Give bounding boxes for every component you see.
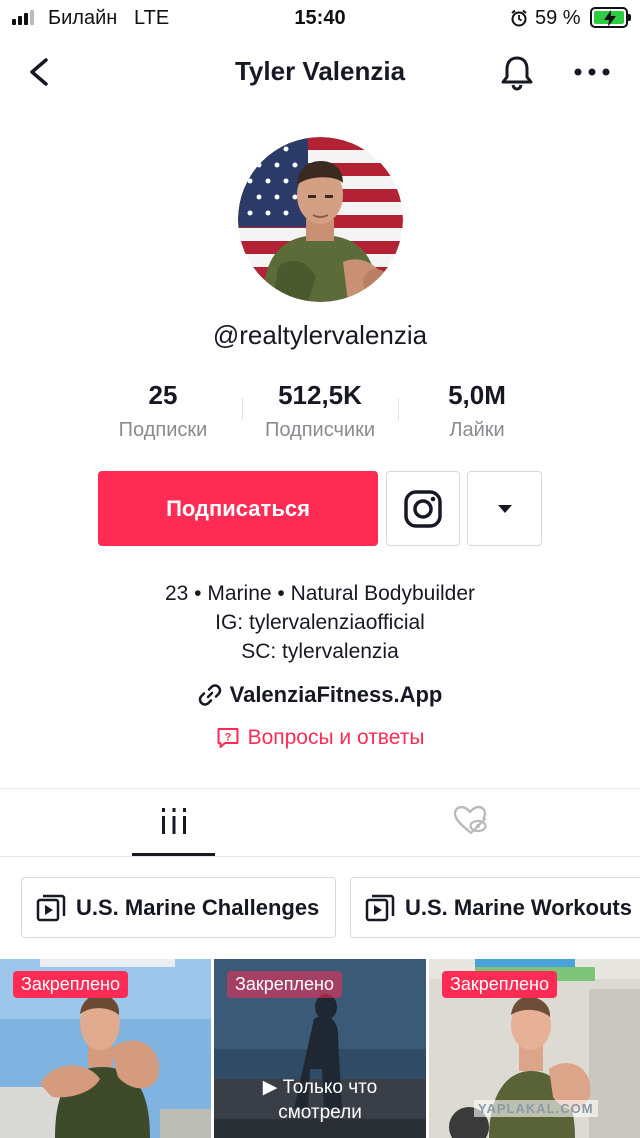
link-icon <box>198 684 221 706</box>
watermark: YAPLAKAL.COM <box>474 1100 598 1117</box>
username: @realtylervalenzia <box>212 320 428 350</box>
more-options-icon[interactable] <box>572 56 612 88</box>
bio-link[interactable]: ValenziaFitness.App <box>0 682 640 708</box>
profile-stats: 25 Подписки 512,5K Подписчики 5,0M Лайки <box>0 380 640 444</box>
question-bubble-icon: ? <box>217 728 239 748</box>
recently-watched-line: смотрели <box>278 1102 362 1123</box>
bio-line: IG: tylervalenziaofficial <box>215 611 425 634</box>
profile-avatar[interactable] <box>238 137 403 302</box>
follow-button[interactable]: Подписаться <box>98 471 378 546</box>
playlist-icon <box>365 894 395 921</box>
tab-liked[interactable] <box>440 800 500 850</box>
divider <box>0 788 640 789</box>
recently-watched-label: ▶ Только что смотрели <box>214 1075 426 1125</box>
hidden-heart-icon <box>453 805 487 835</box>
battery-icon <box>590 7 631 28</box>
stat-followers-label: Подписчики <box>264 419 376 441</box>
playlist-label: U.S. Marine Workouts <box>405 894 632 920</box>
caret-down-icon <box>497 504 512 513</box>
instagram-button[interactable] <box>386 471 460 546</box>
bell-icon[interactable] <box>498 52 536 92</box>
stat-likes-value: 5,0M <box>448 380 506 410</box>
bio-link-text: ValenziaFitness.App <box>229 682 443 707</box>
playlist-chip[interactable]: U.S. Marine Workouts <box>350 877 640 938</box>
video-thumbnail[interactable]: Закреплено <box>0 959 211 1138</box>
alarm-icon <box>511 9 527 27</box>
pinned-badge: Закреплено <box>13 971 128 998</box>
suggested-accounts-button[interactable] <box>467 471 542 546</box>
top-nav-bar: Tyler Valenzia <box>0 44 640 100</box>
stat-following[interactable]: 25 Подписки <box>83 380 243 442</box>
status-bar: Билайн LTE 15:40 59 % <box>0 0 640 36</box>
instagram-icon <box>404 489 442 528</box>
recently-watched-line: ▶ Только что <box>262 1077 378 1098</box>
bio-line: SC: tylervalenzia <box>241 640 399 663</box>
video-thumbnail[interactable]: Закреплено ▶ Только что смотрели <box>214 959 426 1138</box>
bio-line: 23 • Marine • Natural Bodybuilder <box>164 582 476 605</box>
playlist-label: U.S. Marine Challenges <box>76 894 320 920</box>
pinned-badge: Закреплено <box>442 971 557 998</box>
tab-videos[interactable] <box>132 800 215 856</box>
stat-following-value: 25 <box>148 380 178 410</box>
battery-percent: 59 % <box>535 7 581 29</box>
qa-link-text: Вопросы и ответы <box>247 726 425 749</box>
stat-following-label: Подписки <box>118 419 208 441</box>
stat-likes-label: Лайки <box>449 419 505 441</box>
stat-likes[interactable]: 5,0M Лайки <box>397 380 557 442</box>
pinned-badge: Закреплено <box>227 971 342 998</box>
playlist-chip[interactable]: U.S. Marine Challenges <box>21 877 336 938</box>
qa-link[interactable]: ? Вопросы и ответы <box>0 726 640 750</box>
charging-bolt-icon <box>604 10 616 27</box>
stat-followers[interactable]: 512,5K Подписчики <box>240 380 400 442</box>
stat-followers-value: 512,5K <box>278 380 362 410</box>
profile-title: Tyler Valenzia <box>234 56 406 86</box>
grid-icon <box>161 808 186 834</box>
playlist-icon <box>36 894 66 921</box>
divider <box>0 856 640 857</box>
svg-text:?: ? <box>224 732 231 744</box>
